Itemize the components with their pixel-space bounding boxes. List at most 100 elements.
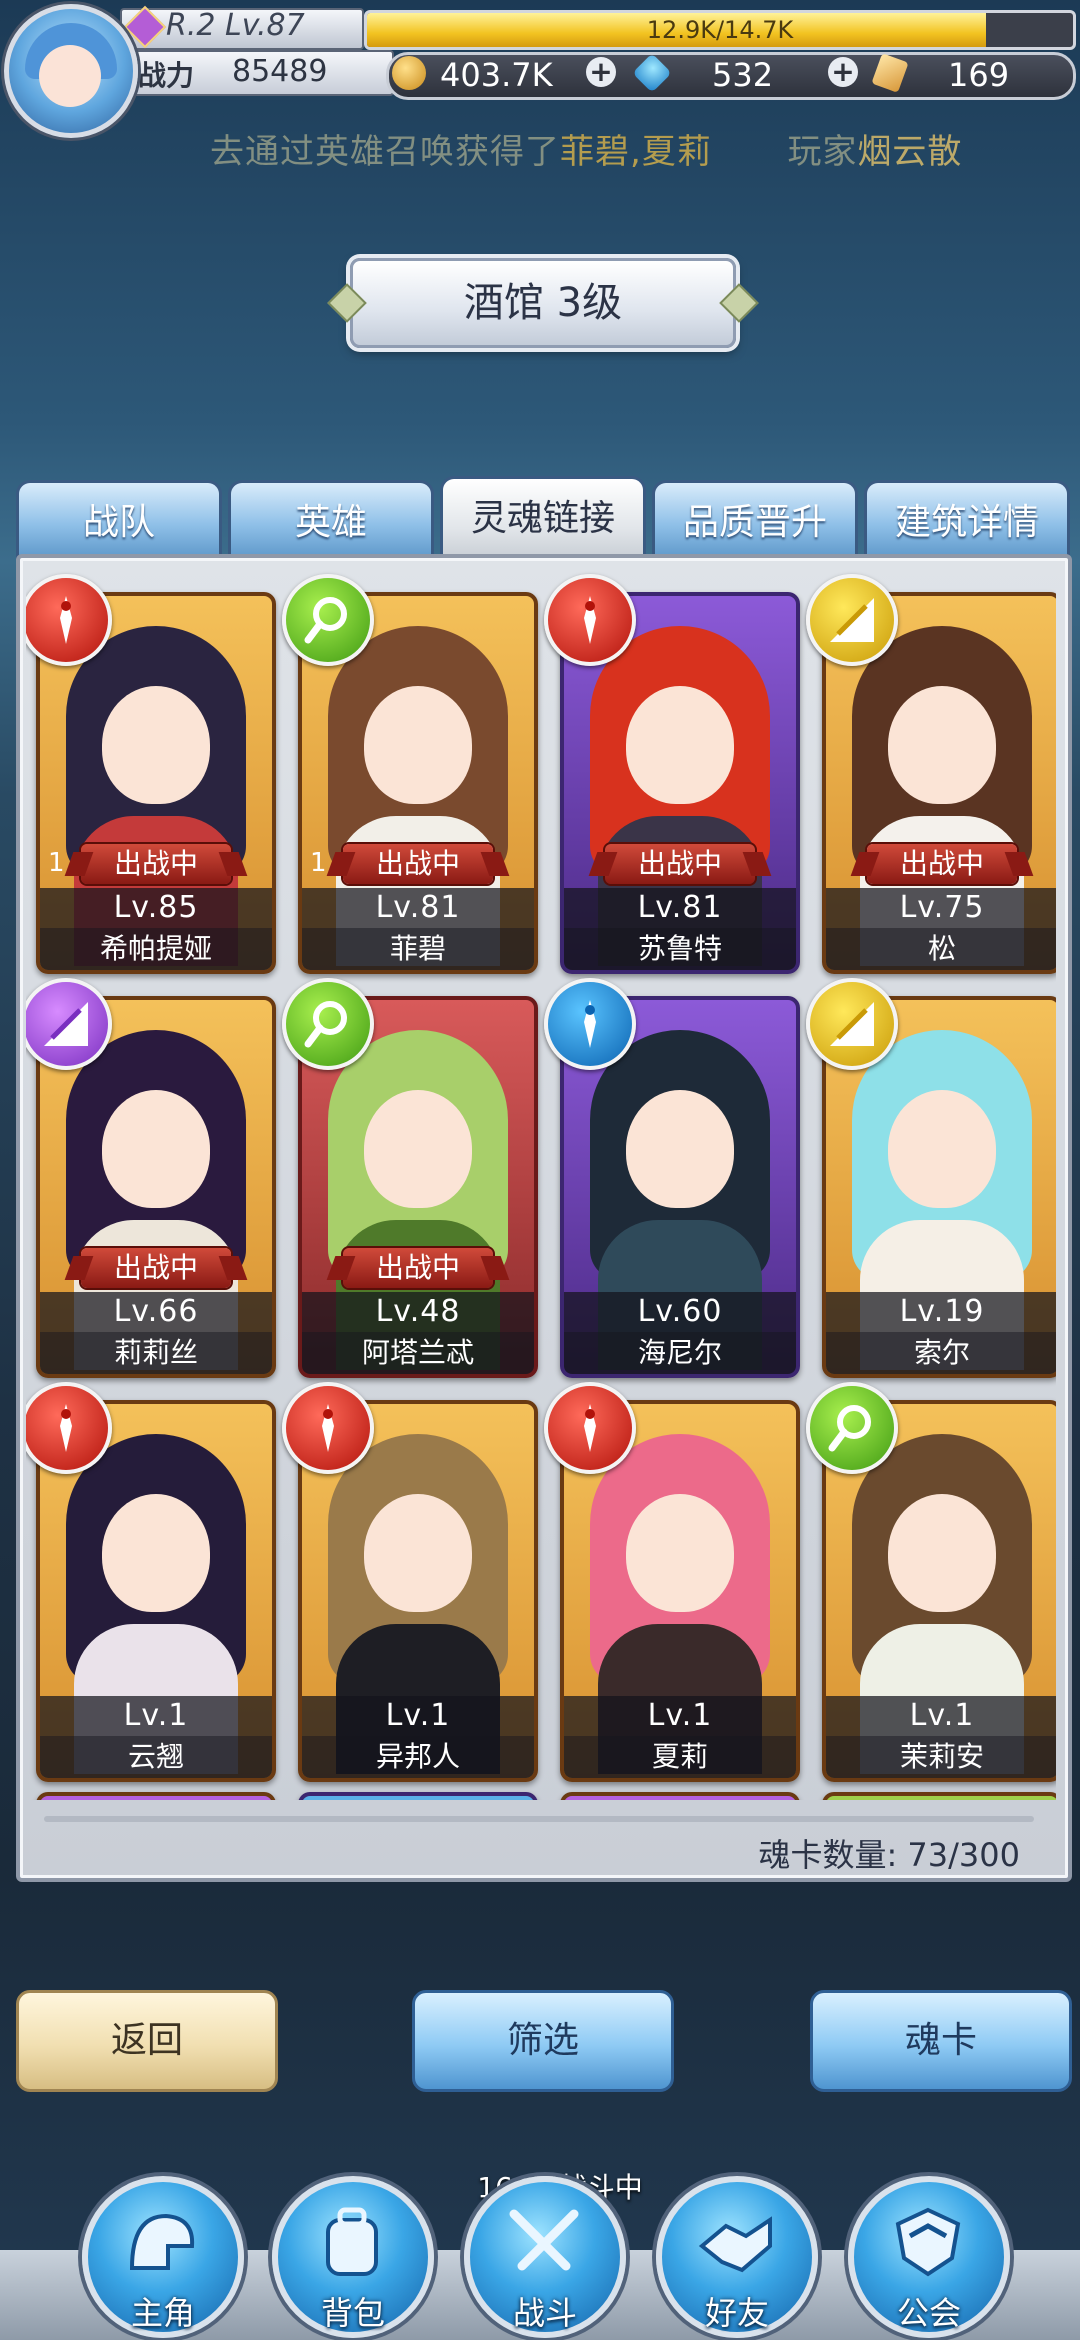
portrait-face <box>364 1090 472 1208</box>
hero-level: Lv.75 <box>826 888 1056 928</box>
tab-building-details[interactable]: 建筑详情 <box>864 480 1070 559</box>
shield-element-icon <box>806 574 898 666</box>
sword-element-icon <box>282 1382 374 1474</box>
portrait-face <box>626 1494 734 1612</box>
hero-name: 夏莉 <box>564 1736 796 1778</box>
xp-text: 12.9K/14.7K <box>646 16 794 44</box>
hero-level: Lv.81 <box>564 888 796 928</box>
sword-element-icon <box>544 1382 636 1474</box>
soul-card-count-value: 73/300 <box>907 1836 1020 1874</box>
hero-card-grid[interactable]: 出战中 1 Lv.85 希帕提娅 出战中 1 Lv.81 菲碧 出战中 Lv.81 苏鲁特 出战中 Lv… <box>26 570 1056 1800</box>
hero-name: 菲碧 <box>302 928 534 970</box>
panel-divider <box>44 1816 1034 1822</box>
hero-level: Lv.60 <box>564 1292 796 1332</box>
tab-soul-link[interactable]: 灵魂链接 <box>440 476 646 561</box>
ticker-prefix: 去通过英雄召唤获得了 <box>210 132 560 172</box>
portrait-face <box>888 686 996 804</box>
tab-team[interactable]: 战队 <box>16 480 222 559</box>
power-label: 战力 <box>138 59 195 92</box>
hero-level: Lv.1 <box>40 1696 272 1736</box>
hero-card-partial[interactable] <box>298 1792 538 1800</box>
deployed-badge: 出战中 <box>343 844 493 884</box>
hero-name: 茉莉安 <box>826 1736 1056 1778</box>
hero-level: Lv.66 <box>40 1292 272 1332</box>
hero-name: 索尔 <box>826 1332 1056 1374</box>
soul-card-count-label: 魂卡数量: <box>758 1836 898 1874</box>
building-title: 酒馆 3级 <box>463 280 623 326</box>
soul-card-count: 魂卡数量: 73/300 <box>560 1830 1020 1876</box>
ticket-amount: 169 <box>948 56 1010 94</box>
deployed-badge: 出战中 <box>343 1248 493 1288</box>
portrait-face <box>626 1090 734 1208</box>
magnifier-element-icon <box>806 1382 898 1474</box>
player-avatar[interactable] <box>4 4 138 138</box>
nav-label: 背包 <box>320 2294 385 2332</box>
xp-bar: 12.9K/14.7K <box>364 10 1076 50</box>
nav-button-backpack[interactable]: 背包 <box>272 2176 434 2338</box>
ticker-heroes: 菲碧,夏莉 <box>560 132 712 172</box>
ticker-player-label: 玩家 <box>787 132 858 172</box>
add-gold-button[interactable]: + <box>586 57 616 87</box>
shield-element-icon <box>806 978 898 1070</box>
add-gem-button[interactable]: + <box>828 57 858 87</box>
hero-level: Lv.19 <box>826 1292 1056 1332</box>
rank-level: R.2 Lv.87 <box>166 8 305 43</box>
building-title-plate: 酒馆 3级 <box>350 258 736 348</box>
gold-coin-icon <box>392 56 426 90</box>
hero-level: Lv.1 <box>302 1696 534 1736</box>
sword-element-icon <box>544 978 636 1070</box>
power-value: 85489 <box>232 54 328 89</box>
hero-name: 希帕提娅 <box>40 928 272 970</box>
ticker-player-name: 烟云散 <box>857 132 963 172</box>
nav-label: 好友 <box>704 2294 769 2332</box>
soul-card-button[interactable]: 魂卡 <box>810 1990 1072 2092</box>
nav-label: 主角 <box>130 2294 195 2332</box>
tab-label: 品质晋升 <box>682 502 827 543</box>
hero-name: 莉莉丝 <box>40 1332 272 1374</box>
portrait-face <box>626 686 734 804</box>
top-status-bar: R.2 Lv.87 12.9K/14.7K 战力 85489 403.7K + … <box>0 0 1080 120</box>
nav-button-handshake[interactable]: 好友 <box>656 2176 818 2338</box>
hero-card-partial[interactable] <box>560 1792 800 1800</box>
hero-card-partial[interactable] <box>822 1792 1056 1800</box>
tab-label: 英雄 <box>294 502 367 543</box>
soul-link-count: 1 <box>310 848 327 878</box>
hero-level: Lv.1 <box>564 1696 796 1736</box>
announcement-ticker: 去通过英雄召唤获得了菲碧,夏莉 玩家烟云散 <box>210 124 1010 172</box>
hero-name: 阿塔兰忒 <box>302 1332 534 1374</box>
tab-heroes[interactable]: 英雄 <box>228 480 434 559</box>
nav-label: 公会 <box>896 2294 961 2332</box>
hero-card-partial[interactable] <box>36 1792 276 1800</box>
deployed-badge: 出战中 <box>605 844 755 884</box>
hero-level: Lv.1 <box>826 1696 1056 1736</box>
tab-quality-upgrade[interactable]: 品质晋升 <box>652 480 858 559</box>
hero-name: 异邦人 <box>302 1736 534 1778</box>
nav-button-helmet[interactable]: 主角 <box>82 2176 244 2338</box>
nav-label: 战斗 <box>512 2294 577 2332</box>
nav-button-crossed-swords[interactable]: 战斗 <box>464 2176 626 2338</box>
back-button[interactable]: 返回 <box>16 1990 278 2092</box>
soul-link-count: 1 <box>48 848 65 878</box>
tab-label: 灵魂链接 <box>470 498 615 539</box>
portrait-face <box>888 1494 996 1612</box>
deployed-badge: 出战中 <box>81 1248 231 1288</box>
portrait-face <box>364 1494 472 1612</box>
portrait-face <box>102 1090 210 1208</box>
hero-level: Lv.85 <box>40 888 272 928</box>
magnifier-element-icon <box>282 574 374 666</box>
portrait-face <box>364 686 472 804</box>
portrait-face <box>102 686 210 804</box>
hero-name: 松 <box>826 928 1056 970</box>
tab-label: 战队 <box>82 502 155 543</box>
hero-name: 苏鲁特 <box>564 928 796 970</box>
nav-button-guild-crest[interactable]: 公会 <box>848 2176 1010 2338</box>
avatar-face <box>39 45 101 107</box>
portrait-face <box>888 1090 996 1208</box>
gold-amount: 403.7K <box>440 56 553 94</box>
tab-label: 建筑详情 <box>894 502 1039 543</box>
deployed-badge: 出战中 <box>81 844 231 884</box>
gem-amount: 532 <box>712 56 774 94</box>
filter-button[interactable]: 筛选 <box>412 1990 674 2092</box>
magnifier-element-icon <box>282 978 374 1070</box>
deployed-badge: 出战中 <box>867 844 1017 884</box>
